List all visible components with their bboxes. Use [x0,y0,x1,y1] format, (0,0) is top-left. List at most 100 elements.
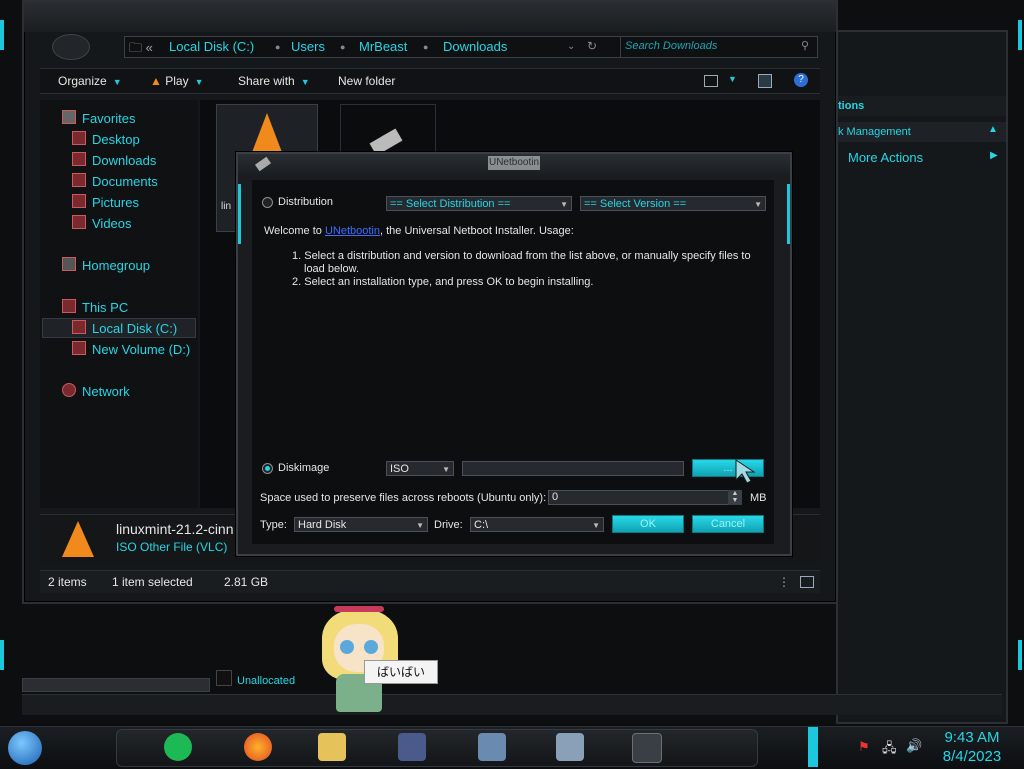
command-bar: Organize ▼ ▲ Play ▼ Share with ▼ New folder… [40,68,820,94]
share-with-button[interactable]: Share with ▼ [238,74,310,88]
version-select-value: == Select Version == [584,198,687,210]
chevron-down-icon: ▼ [592,521,600,530]
volume-icon[interactable]: 🔊 [906,738,922,754]
nav-desktop[interactable]: Desktop [72,131,140,147]
chevron-down-icon: ▼ [416,521,424,530]
system-clock[interactable]: 9:43 AM 8/4/2023 [940,728,1004,766]
nav-pictures[interactable]: Pictures [72,194,139,210]
nav-homegroup[interactable]: Homegroup [62,257,150,273]
start-button[interactable] [8,731,42,765]
large-icons-view-icon[interactable] [800,576,814,588]
frame-accent [1018,640,1022,670]
distribution-radio[interactable] [262,197,273,208]
organize-button[interactable]: Organize ▼ [58,74,122,88]
chevron-down-icon[interactable]: ⌄ [567,41,575,52]
space-value: 0 [552,491,559,503]
nav-this-pc-label: This PC [82,300,129,315]
help-icon[interactable]: ? [794,73,808,87]
nav-favorites-label: Favorites [82,111,136,126]
nav-favorites[interactable]: Favorites [62,110,135,126]
chevron-down-icon: ▼ [112,77,122,87]
back-forward-button[interactable] [52,34,90,60]
system-monitor-icon[interactable] [556,733,584,761]
unallocated-label: Unallocated [237,675,296,687]
nav-documents-label: Documents [92,174,158,189]
breadcrumb-downloads[interactable]: Downloads [443,39,507,54]
drive-select[interactable]: C:\ ▼ [470,517,604,532]
action-center-flag-icon[interactable]: ⚑ [858,739,870,755]
play-button[interactable]: ▲ Play ▼ [150,74,203,88]
refresh-icon[interactable]: ↻ [587,39,597,53]
window-frame-bottom [22,694,1002,715]
file-explorer-icon[interactable] [318,733,346,761]
nav-homegroup-label: Homegroup [82,258,150,273]
collapse-up-icon[interactable]: ▲ [988,124,998,135]
distribution-label: Distribution [278,196,334,208]
type-select[interactable]: Hard Disk ▼ [294,517,428,532]
nav-network-label: Network [82,384,130,399]
drive-label: Drive: [434,519,463,531]
search-input[interactable]: Search Downloads [625,40,717,52]
nav-local-disk[interactable]: Local Disk (C:) [72,320,177,336]
network-tray-icon[interactable]: 🖧 [882,739,897,761]
horizontal-scrollbar[interactable] [22,678,210,692]
star-icon [62,110,76,124]
diskimage-path-input[interactable] [462,461,684,476]
disk-management-row[interactable]: k Management ▲ [838,122,1006,142]
play-label: Play [165,74,189,88]
breadcrumb-separator-icon: ● [423,42,429,52]
character-headband [334,606,384,612]
frame-accent [0,20,4,50]
nav-local-disk-label: Local Disk (C:) [92,321,178,336]
navigation-pane: Favorites Desktop Downloads Documents Pi… [40,100,198,508]
actions-header-label: tions [838,100,865,112]
diskimage-radio[interactable] [262,463,273,474]
type-label: Type: [260,519,287,531]
space-label: Space used to preserve files across rebo… [260,492,547,504]
character-eye [340,640,354,654]
status-item-count: 2 items [48,575,87,589]
chevron-down-icon[interactable]: ▼ [728,74,737,84]
nav-documents[interactable]: Documents [72,173,158,189]
space-input[interactable]: 0 [548,490,734,505]
firefox-icon[interactable] [244,733,272,761]
frame-accent [238,184,241,244]
type-select-value: Hard Disk [298,519,347,531]
file-item-unetbootin[interactable] [340,104,436,156]
mouse-cursor-icon [735,459,756,484]
version-select[interactable]: == Select Version == ▼ [580,196,766,211]
diskimage-type-select[interactable]: ISO ▼ [386,461,454,476]
distribution-select[interactable]: == Select Distribution == ▼ [386,196,572,211]
nav-desktop-label: Desktop [92,132,140,147]
control-panel-icon[interactable] [398,733,426,761]
desktop-icon [72,131,86,145]
new-folder-button[interactable]: New folder [338,74,395,88]
preview-pane-icon[interactable] [758,74,772,88]
more-actions-link[interactable]: More Actions [848,150,923,165]
spotify-icon[interactable] [164,733,192,761]
search-box[interactable]: Search Downloads ⚲ [620,36,818,58]
sticker-speech-bubble: ばいばい [364,660,438,684]
breadcrumb-local-disk[interactable]: Local Disk (C:) [169,39,254,54]
view-options-icon[interactable] [704,75,718,87]
breadcrumb-mrbeast[interactable]: MrBeast [359,39,407,54]
breadcrumb-users[interactable]: Users [291,39,325,54]
documents-icon [72,173,86,187]
cancel-button[interactable]: Cancel [692,515,764,533]
unetbootin-taskbar-icon[interactable] [632,733,662,763]
homegroup-icon [62,257,76,271]
pictures-icon [72,194,86,208]
unetbootin-link[interactable]: UNetbootin [325,225,380,237]
nav-downloads[interactable]: Downloads [72,152,156,168]
nav-new-volume[interactable]: New Volume (D:) [72,341,190,357]
space-stepper[interactable]: ▲ ▼ [728,490,742,505]
nav-network[interactable]: Network [62,383,130,399]
share-label: Share with [238,74,295,88]
nav-this-pc[interactable]: This PC [62,299,128,315]
details-view-icon[interactable]: ⋮ [778,575,790,589]
network-tool-icon[interactable] [478,733,506,761]
nav-videos[interactable]: Videos [72,215,132,231]
show-desktop-button[interactable] [808,727,818,767]
chevron-down-icon: ▼ [194,77,204,87]
ok-button[interactable]: OK [612,515,684,533]
